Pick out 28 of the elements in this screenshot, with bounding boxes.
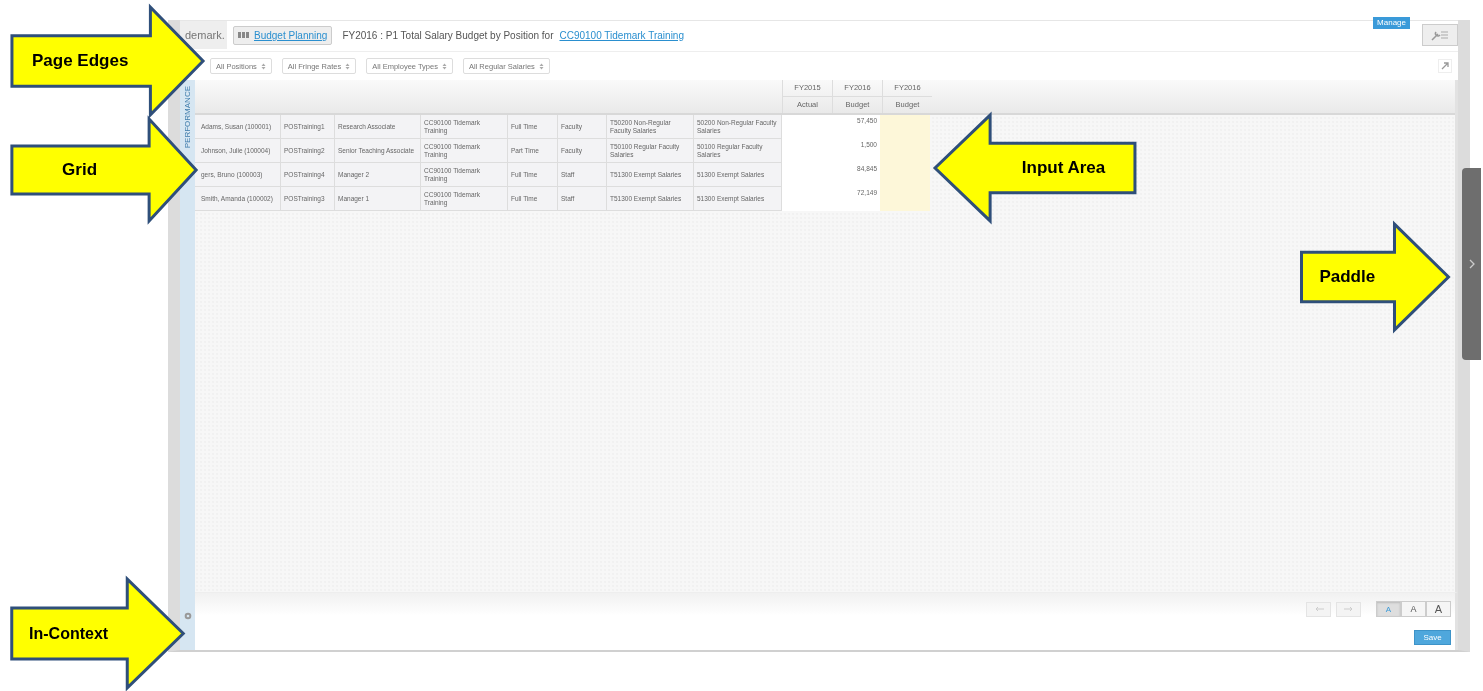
sort-icon xyxy=(538,62,544,70)
input-cell[interactable] xyxy=(880,115,930,139)
cost-center-link[interactable]: CC90100 Tidemark Training xyxy=(559,29,684,41)
callout-label: Grid xyxy=(62,160,98,180)
side-strip-label[interactable]: PERFORMANCE xyxy=(183,86,192,149)
callout-label: Page Edges xyxy=(32,51,129,71)
wrench-icon xyxy=(1431,29,1449,41)
manage-badge[interactable]: Manage xyxy=(1373,17,1410,29)
gear-icon[interactable] xyxy=(183,612,192,620)
callout-label: Input Area xyxy=(1021,158,1106,178)
breadcrumb-button[interactable]: Budget Planning xyxy=(233,25,333,45)
callout-label: In-Context xyxy=(29,624,109,643)
sort-icon xyxy=(345,62,351,70)
side-paddle[interactable] xyxy=(1462,168,1481,360)
sort-icon xyxy=(441,62,447,70)
logo: demark. xyxy=(180,21,227,49)
page-title: FY2016 : P1 Total Salary Budget by Position for xyxy=(342,29,554,41)
text-size-button[interactable]: A xyxy=(1426,601,1451,617)
callout-label: Paddle xyxy=(1319,267,1376,287)
input-cell[interactable] xyxy=(880,187,930,211)
text-size-button[interactable]: A xyxy=(1401,601,1426,617)
grid-icon xyxy=(238,32,250,38)
settings-button[interactable] xyxy=(1422,24,1458,46)
expand-icon[interactable] xyxy=(1438,59,1452,73)
save-button[interactable]: Save xyxy=(1414,630,1451,645)
redo-icon xyxy=(1342,605,1355,613)
sort-icon xyxy=(260,62,266,70)
chevron-right-icon xyxy=(1468,259,1475,269)
